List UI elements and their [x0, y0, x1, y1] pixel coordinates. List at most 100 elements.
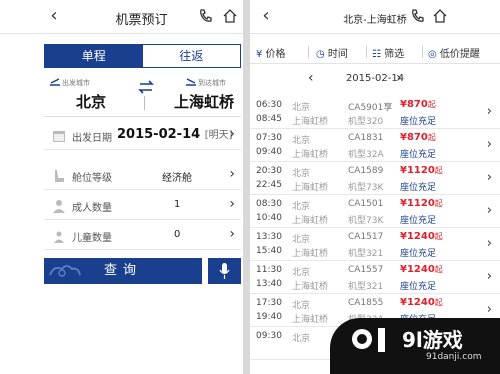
- departure-time: 09:30: [256, 331, 282, 341]
- site-watermark: 9l游戏 91danji.com: [330, 318, 500, 374]
- price-value: ¥1240: [400, 231, 435, 242]
- departure-time: 17:30: [256, 298, 282, 308]
- takeoff-icon: [50, 78, 60, 86]
- date-row[interactable]: 出发日期 2015-02-14 [明天] ›: [44, 122, 241, 150]
- trip-type-toggle: 单程 往返: [44, 44, 241, 68]
- flight-number: CA1855: [348, 298, 384, 308]
- origin-city: 北京: [292, 334, 311, 344]
- filter-screen[interactable]: ☷ 筛选: [372, 45, 404, 60]
- flight-row[interactable]: 07:30 09:40 北京 上海虹桥 CA1831 机型32A 座位充足 ¥870起 ›: [250, 129, 500, 162]
- sort-price-label: 价格: [265, 49, 286, 60]
- destination-city: 上海虹桥: [292, 183, 329, 193]
- child-value: 0: [174, 229, 181, 240]
- departure-time: 06:30: [256, 100, 282, 110]
- chevron-right-icon: ›: [229, 226, 235, 242]
- tab-one-way[interactable]: 单程: [45, 45, 143, 67]
- chevron-right-icon: ›: [486, 269, 492, 284]
- cabin-label: 舱位等级: [72, 173, 112, 184]
- phone-icon[interactable]: [198, 8, 214, 24]
- departure-time: 13:30: [256, 232, 282, 242]
- flight-row[interactable]: 13:30 15:40 北京 上海虹桥 CA1517 机型321 座位充足 ¥1240起 ›: [250, 228, 500, 261]
- price-unit: 起: [434, 199, 443, 208]
- calendar-icon: [53, 131, 65, 142]
- cabin-row[interactable]: 舱位等级 经济舱 ›: [44, 162, 241, 190]
- price: ¥1240起: [400, 264, 443, 275]
- price-value: ¥1240: [400, 297, 435, 308]
- arrival-time: 22:45: [256, 180, 282, 190]
- depart-city-label: 出发城市: [62, 79, 90, 87]
- flight-row[interactable]: 08:30 10:40 北京 上海虹桥 CA1501 机型73K 座位充足 ¥1120起 ›: [250, 195, 500, 228]
- price-value: ¥870: [400, 132, 428, 143]
- chevron-right-icon: ›: [486, 170, 492, 185]
- departure-time: 11:30: [256, 265, 282, 275]
- sort-time[interactable]: ◷ 时间: [316, 45, 348, 60]
- flight-list-panel: ‹ 北京-上海虹桥 ¥ 价格 ◷ 时间 ☷ 筛选 ◎ 低价提醒 ‹ 2015-0…: [250, 0, 500, 374]
- filter-divider: [366, 46, 367, 58]
- date-text: 2015-02-14: [117, 127, 201, 142]
- price: ¥1240起: [400, 231, 443, 242]
- chevron-right-icon: ›: [229, 166, 235, 182]
- flight-row[interactable]: 11:30 13:40 北京 上海虹桥 CA1557 机型321 座位充足 ¥1240起 ›: [250, 261, 500, 294]
- flight-list-header: ‹ 北京-上海虹桥: [250, 0, 500, 34]
- price: ¥1240起: [400, 297, 443, 308]
- price: ¥1120起: [400, 165, 443, 176]
- destination-city: 上海虹桥: [292, 315, 329, 325]
- landing-icon: [186, 78, 196, 86]
- destination-city: 上海虹桥: [292, 282, 329, 292]
- search-button-label: 查询: [103, 263, 142, 278]
- adult-row[interactable]: 成人数量 1 ›: [44, 192, 241, 220]
- depart-city[interactable]: 北京: [76, 91, 106, 112]
- flight-row[interactable]: 20:30 22:45 北京 上海虹桥 CA1589 机型73K 座位充足 ¥1120起 ›: [250, 162, 500, 195]
- departure-time: 08:30: [256, 199, 282, 209]
- arrival-time: 13:40: [256, 279, 282, 289]
- chevron-right-icon: ›: [229, 196, 235, 212]
- arrive-city[interactable]: 上海虹桥: [174, 91, 234, 112]
- flight-row[interactable]: 06:30 08:45 北京 上海虹桥 CA5901享 机型320 座位充足 ¥870起 ›: [250, 96, 500, 129]
- price: ¥870起: [400, 99, 436, 110]
- chevron-right-icon: ›: [229, 126, 235, 142]
- voice-search-button[interactable]: [208, 258, 241, 284]
- seat-availability: 座位充足: [400, 183, 437, 193]
- arrival-time: 10:40: [256, 213, 282, 223]
- date-suffix: [明天]: [204, 130, 233, 141]
- home-icon[interactable]: [222, 8, 238, 24]
- current-date: 2015-02-14: [345, 73, 405, 84]
- next-day-icon[interactable]: ›: [396, 70, 402, 86]
- child-row[interactable]: 儿童数量 0 ›: [44, 222, 241, 250]
- swap-cities-icon[interactable]: [138, 80, 154, 94]
- home-icon[interactable]: [432, 8, 448, 24]
- sort-price[interactable]: ¥ 价格: [256, 45, 286, 60]
- child-icon: [54, 231, 64, 243]
- watermark-brand: 9l游戏: [402, 328, 463, 352]
- aircraft-model: 机型32A: [348, 150, 384, 160]
- adult-label: 成人数量: [72, 203, 112, 214]
- aircraft-model: 机型73K: [348, 183, 384, 193]
- destination-city: 上海虹桥: [292, 249, 329, 259]
- tab-round-trip[interactable]: 往返: [142, 45, 240, 67]
- flight-number: CA1557: [348, 265, 384, 275]
- low-price-alert[interactable]: ◎ 低价提醒: [428, 45, 480, 60]
- filter-divider: [422, 46, 423, 58]
- seat-availability: 座位充足: [400, 150, 437, 160]
- origin-city: 北京: [292, 136, 311, 146]
- child-label: 儿童数量: [72, 233, 112, 244]
- chevron-right-icon: ›: [486, 137, 492, 152]
- city-underline: [44, 116, 241, 117]
- seat-availability: 座位充足: [400, 216, 437, 226]
- flight-number: CA5901享: [348, 103, 393, 113]
- flight-number: CA1589: [348, 166, 384, 176]
- price: ¥870起: [400, 132, 436, 143]
- price-unit: 起: [434, 166, 443, 175]
- chevron-right-icon: ›: [486, 236, 492, 251]
- seat-availability: 座位充足: [400, 117, 437, 127]
- price-unit: 起: [434, 298, 443, 307]
- date-label: 出发日期: [72, 133, 112, 144]
- cabin-value: 经济舱: [162, 173, 192, 184]
- origin-city: 北京: [292, 268, 311, 278]
- seat-icon: [55, 170, 64, 182]
- arrival-time: 19:40: [256, 312, 282, 322]
- watermark-url: 91danji.com: [426, 352, 482, 362]
- microphone-icon: [219, 263, 230, 279]
- phone-icon[interactable]: [410, 8, 426, 24]
- search-button[interactable]: 查询: [44, 258, 202, 284]
